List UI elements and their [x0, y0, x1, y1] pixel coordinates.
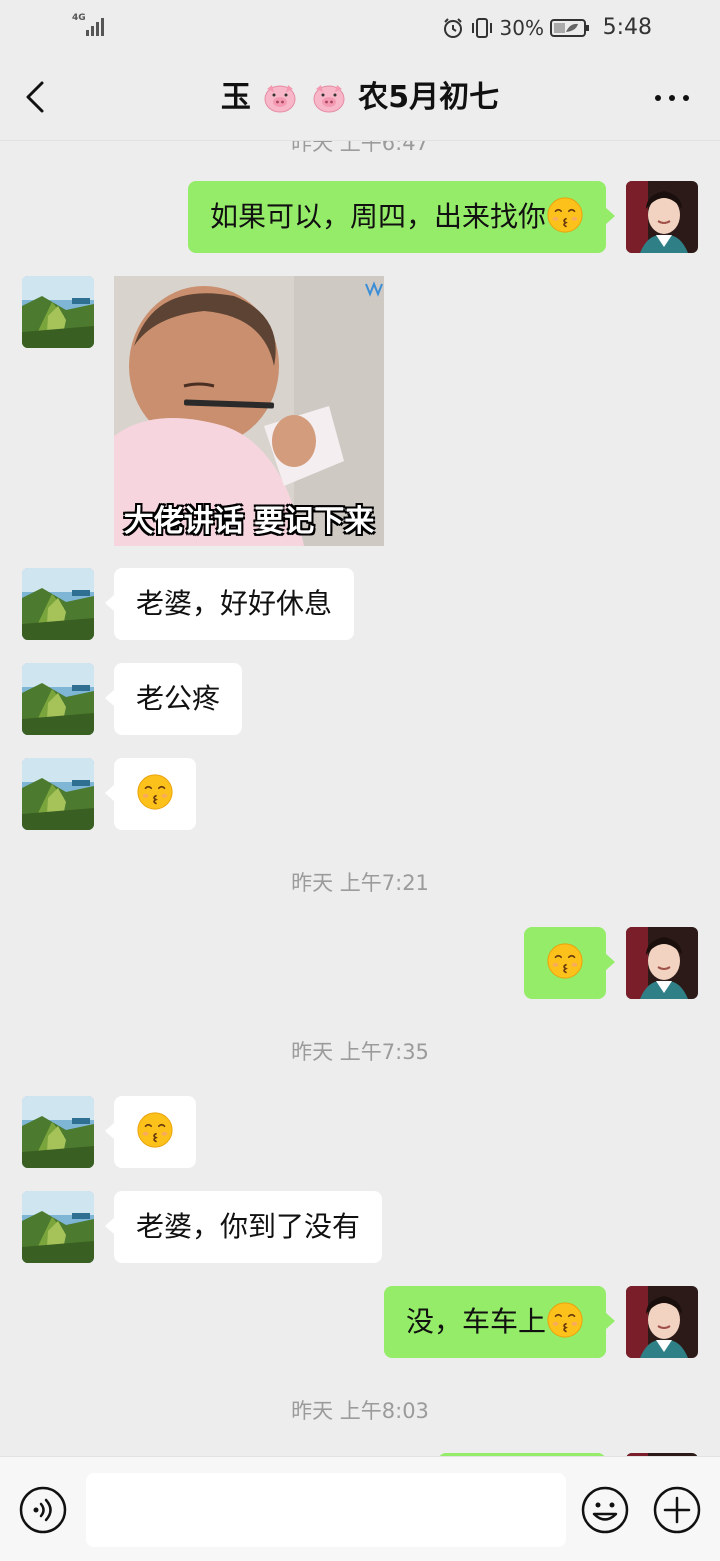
avatar-contact[interactable] [22, 1191, 94, 1263]
signal-icon [86, 18, 104, 36]
message-text: 老公疼 [136, 682, 221, 715]
message-bubble-received[interactable]: 老公疼 [104, 663, 243, 735]
plus-circle-icon[interactable] [652, 1485, 702, 1535]
message-text: 老婆，好好休息 [136, 587, 333, 620]
message-text: 没，车车上 [405, 1305, 546, 1338]
avatar-contact[interactable] [22, 1096, 94, 1168]
message-bubble-received[interactable]: 老婆，好好休息 [104, 568, 355, 640]
kissing-face-icon [136, 773, 174, 811]
kissing-face-icon [546, 196, 584, 234]
message-bubble-sent[interactable]: 没，车车上 [383, 1286, 616, 1358]
more-dots-icon[interactable] [652, 84, 692, 112]
message-bubble-sent[interactable] [524, 927, 615, 999]
timestamp: 昨天 上午7:35 [291, 1040, 429, 1064]
message-bubble-sent[interactable]: 如果可以，周四，出来找你 [187, 181, 616, 253]
message-list[interactable]: 昨天 上午6:47 如果可以，周四，出来找你 大佬讲话 要记下来 老婆，好好休息… [0, 141, 720, 1456]
sticker-image[interactable]: 大佬讲话 要记下来 [114, 276, 384, 546]
voice-icon[interactable] [18, 1485, 68, 1535]
kissing-face-icon [546, 942, 584, 980]
kissing-face-icon [136, 1111, 174, 1149]
battery-percent: 30% [499, 16, 544, 40]
message-bubble-received[interactable] [105, 758, 196, 830]
kissing-face-icon [546, 1301, 584, 1339]
message-bubble-received[interactable]: 老婆，你到了没有 [104, 1191, 383, 1263]
battery-icon [550, 19, 589, 37]
chat-title: 玉 农5月初七 [0, 78, 720, 118]
message-bubble-received[interactable] [105, 1096, 196, 1168]
smiley-icon[interactable] [580, 1485, 630, 1535]
avatar-self[interactable] [626, 181, 698, 253]
chat-title-suffix: 农5月初七 [358, 80, 500, 115]
message-text: 如果可以，周四，出来找你 [209, 200, 546, 233]
timestamp: 昨天 上午6:47 [291, 141, 429, 155]
message-text: 老婆，你到了没有 [136, 1210, 361, 1243]
timestamp: 昨天 上午7:21 [291, 871, 429, 895]
pig-face-icon [313, 85, 345, 113]
timestamp: 昨天 上午8:03 [291, 1399, 429, 1423]
chat-title-prefix: 玉 [220, 80, 251, 115]
avatar-self[interactable] [626, 927, 698, 999]
pig-face-icon [264, 85, 296, 113]
avatar-contact[interactable] [22, 568, 94, 640]
alarm-icon [443, 18, 462, 38]
avatar-self[interactable] [626, 1286, 698, 1358]
clock-time: 5:48 [602, 15, 652, 40]
input-bar [0, 1456, 720, 1561]
status-bar: 4G 30% 5:48 [0, 0, 720, 56]
avatar-contact[interactable] [22, 758, 94, 830]
status-icons: 30% [442, 14, 590, 42]
chat-header: 玉 农5月初七 [0, 56, 720, 141]
avatar-contact[interactable] [22, 276, 94, 348]
message-input[interactable] [86, 1473, 566, 1547]
sticker-caption: 大佬讲话 要记下来 [123, 504, 375, 539]
avatar-contact[interactable] [22, 663, 94, 735]
vibrate-icon [471, 18, 492, 38]
